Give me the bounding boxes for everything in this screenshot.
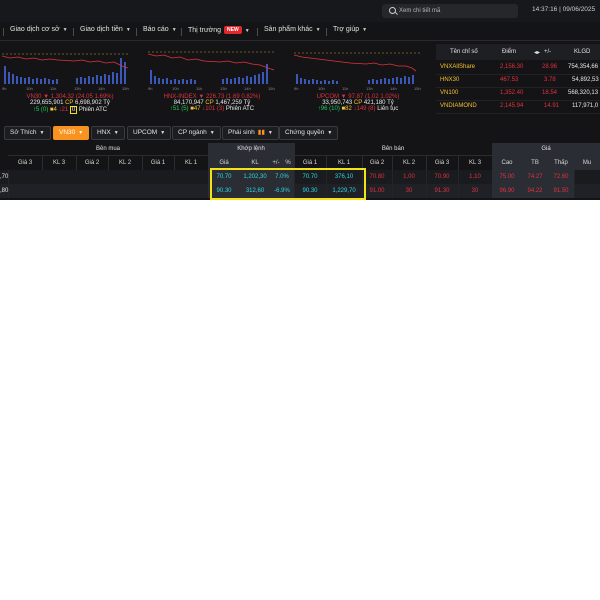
group-khop-lenh: Khớp lệnh [208, 143, 295, 155]
col-gia2-buy[interactable]: Giá 2 [76, 155, 109, 170]
menu-separator [181, 28, 182, 36]
hnx-breadth-line: ↑51 (5) ■47 ↓101 (3) Phiên ATC [169, 106, 255, 112]
group-ben-ban: Bên bán [294, 143, 493, 155]
sell3-price[interactable]: 91.30 [426, 184, 459, 198]
new-badge: NEW [224, 26, 242, 34]
chevron-down-icon: ▼ [267, 130, 273, 136]
menu-separator [257, 28, 258, 36]
hnx-mini-chart[interactable] [148, 44, 276, 84]
menu-separator [73, 28, 74, 36]
highlight-box [210, 168, 366, 200]
col-gia3-sell[interactable]: Giá 3 [426, 155, 459, 170]
hnx-chart-axis: 9h 10h 11h 13h 14h 15h [148, 86, 275, 91]
low-price: 91.50 [548, 184, 575, 198]
chevron-down-icon: ▼ [125, 27, 131, 33]
col-kl3-sell[interactable]: KL 3 [458, 155, 493, 170]
upcom-chart-axis: 9h 10h 11h 13h 14h 15h [294, 86, 421, 91]
col-gia1-buy[interactable]: Giá 1 [142, 155, 175, 170]
chevron-down-icon: ▼ [78, 130, 84, 136]
menu-tro-giup[interactable]: Trợ giúp ▼ [333, 26, 367, 33]
col-low[interactable]: Thấp [548, 155, 575, 170]
group-ben-mua: Bên mua [8, 143, 209, 155]
main-menu: Giao dịch cơ sở ▼ Giao dịch tiền ▼ Báo cáo… [0, 22, 600, 41]
menu-thi-truong[interactable]: Thị trường NEW ▼ [188, 26, 250, 34]
search-placeholder: Xem chi tiết mã [399, 8, 441, 14]
index-row[interactable]: HNX30 467.53 3.78 54,892,53 [436, 74, 600, 88]
col-kl2-sell[interactable]: KL 2 [392, 155, 427, 170]
chevron-down-icon: ▼ [113, 130, 119, 136]
col-avg[interactable]: TB [522, 155, 549, 170]
chart-icon: ▮▮ [257, 129, 265, 136]
sell2-vol: 1,00 [392, 170, 427, 184]
hnx-summary: HNX-INDEX ▼ 226.73 (1.69 0.82%) 84,170,9… [142, 94, 282, 112]
menu-bao-cao[interactable]: Báo cáo ▼ [143, 26, 177, 33]
board-tabs: Sở Thích ▼ VN30 ▼ HNX ▼ UPCOM ▼ CP ngành ▼ Ph… [0, 126, 600, 140]
search-box[interactable]: Xem chi tiết mã [382, 4, 518, 18]
clock: 14:37:16 | 09/06/2025 [532, 6, 596, 13]
menu-separator [3, 28, 4, 36]
tab-cp-nganh[interactable]: CP ngành ▼ [172, 126, 221, 140]
chevron-down-icon: ▼ [315, 27, 321, 33]
low-price: 72.60 [548, 170, 575, 184]
highlight-box: 0 [69, 106, 78, 114]
high-price: 96.90 [492, 184, 523, 198]
upcom-summary: UPCOM ▼ 97.87 (1.02 1.02%) 33,950,743 CP… [288, 94, 428, 112]
menu-giao-dich-co-so[interactable]: Giao dịch cơ sở ▼ [10, 26, 68, 33]
search-icon [389, 7, 396, 14]
chevron-down-icon: ▼ [327, 130, 333, 136]
chevron-down-icon: ▼ [244, 28, 250, 34]
row-prefix: ,70 [0, 170, 9, 184]
index-row[interactable]: VNXAllShare 2,156.30 28.96 754,354,66 [436, 61, 600, 75]
sell3-vol: 1,10 [458, 170, 493, 184]
chevron-down-icon: ▼ [39, 130, 45, 136]
col-kl1-buy[interactable]: KL 1 [174, 155, 209, 170]
vn30-mini-chart[interactable] [2, 44, 130, 84]
clock-time: 14:37:16 [532, 6, 558, 13]
chevron-down-icon: ▼ [171, 27, 177, 33]
tab-so-thich[interactable]: Sở Thích ▼ [4, 126, 51, 140]
vn30-breadth-line: ↑5 (0) ■4 ↓21 0 Phiên ATC [32, 106, 108, 114]
top-bar: Xem chi tiết mã 14:37:16 | 09/06/2025 [0, 0, 600, 22]
sell3-vol: 30 [458, 184, 493, 198]
clock-date: 09/06/2025 [562, 6, 596, 13]
sell2-price[interactable]: 70.80 [362, 170, 393, 184]
tab-phai-sinh[interactable]: Phái sinh ▮▮ ▼ [222, 126, 279, 140]
sell2-price[interactable]: 91.00 [362, 184, 393, 198]
chevron-down-icon: ▼ [209, 130, 215, 136]
avg-price: 94.22 [522, 184, 549, 198]
group-gia: Giá [492, 143, 600, 155]
upcom-breadth-line: ↑96 (10) ■82 ↓149 (8) Liên tục [317, 106, 399, 112]
col-more[interactable]: Mu [574, 155, 600, 170]
tab-vn30[interactable]: VN30 ▼ [53, 126, 90, 140]
index-table-header: Tên chỉ số Điểm ◂▸ +/- KLGD [436, 44, 600, 60]
sort-icon[interactable]: ◂▸ [534, 49, 540, 56]
chevron-down-icon: ▼ [160, 130, 166, 136]
col-kl2-buy[interactable]: KL 2 [108, 155, 143, 170]
sell3-price[interactable]: 70.90 [426, 170, 459, 184]
col-kl3-buy[interactable]: KL 3 [42, 155, 77, 170]
tab-chung-quyen[interactable]: Chứng quyền ▼ [279, 126, 339, 140]
sell2-vol: 30 [392, 184, 427, 198]
index-row[interactable]: VNDIAMOND 2,145.94 14.91 117,971,0 [436, 100, 600, 114]
chevron-down-icon: ▼ [62, 27, 68, 33]
vn30-summary: VN30 ▼ 1,304.32 (24.05 1.69%) 229,655,90… [0, 94, 140, 114]
menu-separator [136, 28, 137, 36]
row-prefix: ,80 [0, 184, 9, 198]
tab-hnx[interactable]: HNX ▼ [91, 126, 125, 140]
col-high[interactable]: Cao [492, 155, 523, 170]
col-gia3-buy[interactable]: Giá 3 [8, 155, 43, 170]
high-price: 75.00 [492, 170, 523, 184]
upcom-mini-chart[interactable] [294, 44, 422, 84]
menu-separator [326, 28, 327, 36]
menu-giao-dich-tien[interactable]: Giao dịch tiền ▼ [80, 26, 131, 33]
tab-upcom[interactable]: UPCOM ▼ [127, 126, 172, 140]
menu-san-pham-khac[interactable]: Sản phẩm khác ▼ [264, 26, 321, 33]
avg-price: 74.27 [522, 170, 549, 184]
trading-app: Xem chi tiết mã 14:37:16 | 09/06/2025 Gi… [0, 0, 600, 200]
chevron-down-icon: ▼ [362, 27, 368, 33]
vn30-chart-axis: 9h 10h 11h 13h 14h 15h [2, 86, 129, 91]
col-gia2-sell[interactable]: Giá 2 [362, 155, 393, 170]
index-row[interactable]: VN100 1,352.40 18.54 568,320,13 [436, 87, 600, 101]
